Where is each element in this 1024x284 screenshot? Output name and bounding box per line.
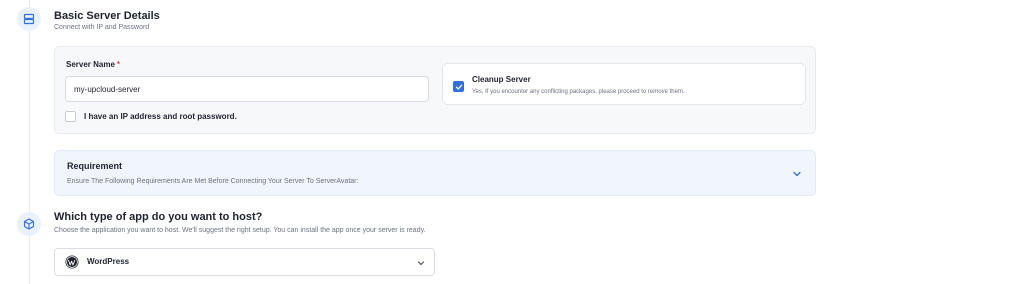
wordpress-icon <box>65 255 79 269</box>
basic-server-subtitle: Connect with IP and Password <box>54 24 150 31</box>
app-host-title: Which type of app do you want to host? <box>54 211 263 223</box>
chevron-down-icon[interactable] <box>791 168 803 180</box>
app-type-selected-value: WordPress <box>87 257 130 266</box>
ip-root-password-checkbox[interactable] <box>65 111 76 122</box>
server-name-input[interactable] <box>65 76 429 102</box>
requirement-accordion[interactable]: Requirement Ensure The Following Require… <box>54 150 816 196</box>
chevron-down-icon <box>417 261 425 266</box>
step-timeline-line <box>29 0 30 284</box>
cleanup-server-description: Yes, If you encounter any conflicting pa… <box>472 89 685 95</box>
basic-server-title: Basic Server Details <box>54 10 160 22</box>
cleanup-server-title: Cleanup Server <box>472 75 531 84</box>
server-name-label: Server Name * <box>66 60 120 69</box>
required-marker: * <box>116 60 121 69</box>
app-type-select[interactable]: WordPress <box>54 248 435 276</box>
requirement-subtitle: Ensure The Following Requirements Are Me… <box>67 178 359 185</box>
server-details-card: Server Name* I have an IP address and ro… <box>54 46 816 134</box>
server-icon <box>17 7 41 31</box>
check-icon <box>455 84 462 90</box>
cleanup-server-option[interactable]: Cleanup Server Yes, If you encounter any… <box>442 63 806 105</box>
app-host-subtitle: Choose the application you want to host.… <box>54 227 426 234</box>
ip-root-password-label[interactable]: I have an IP address and root password. <box>84 112 237 121</box>
cleanup-server-checkbox[interactable] <box>453 81 464 92</box>
server-name-label-text: Server Name <box>66 60 115 69</box>
cube-icon <box>17 212 41 236</box>
requirement-title: Requirement <box>67 161 123 171</box>
